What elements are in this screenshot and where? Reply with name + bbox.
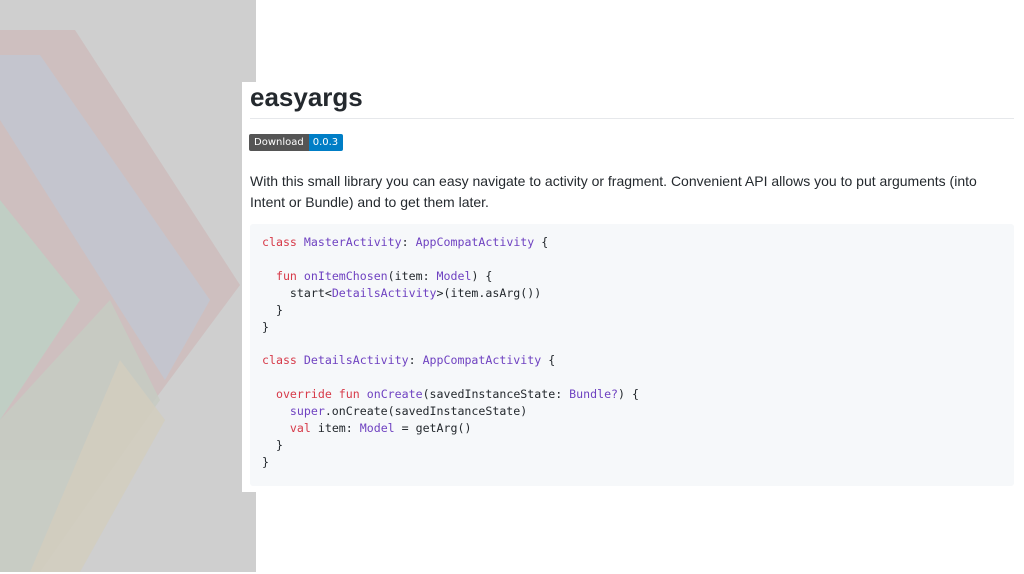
code-type: MasterActivity xyxy=(303,235,402,249)
badge-label: Download xyxy=(249,134,309,151)
download-badge[interactable]: Download 0.0.3 xyxy=(249,134,344,151)
code-keyword: fun xyxy=(275,268,297,283)
code-keyword: class xyxy=(262,353,297,368)
code-type: AppCompatActivity xyxy=(415,235,535,249)
description-text: With this small library you can easy nav… xyxy=(250,173,977,210)
code-type: Bundle? xyxy=(569,387,619,402)
page-title: easyargs xyxy=(250,82,363,112)
code-function: onItemChosen xyxy=(303,268,388,283)
code-type: DetailsActivity xyxy=(331,285,437,300)
code-keyword: super xyxy=(289,404,325,419)
title-divider xyxy=(250,118,1014,119)
code-snippet: class MasterActivity: AppCompatActivity … xyxy=(262,235,639,469)
code-type: AppCompatActivity xyxy=(422,353,542,368)
kotlin-logo-icon xyxy=(0,30,240,572)
code-keyword: val xyxy=(289,420,311,435)
code-type: DetailsActivity xyxy=(303,353,409,368)
code-keyword: override xyxy=(275,387,332,402)
code-function: onCreate xyxy=(366,387,423,402)
badge-version: 0.0.3 xyxy=(308,134,344,151)
code-type: Model xyxy=(436,268,472,283)
code-keyword: class xyxy=(262,235,297,249)
code-block: class MasterActivity: AppCompatActivity … xyxy=(250,224,1014,486)
code-type: Model xyxy=(359,420,395,435)
code-keyword: fun xyxy=(338,387,360,402)
readme-panel: easyargs Download 0.0.3 With this small … xyxy=(242,82,1014,492)
kotlin-logo-panel xyxy=(0,0,256,572)
